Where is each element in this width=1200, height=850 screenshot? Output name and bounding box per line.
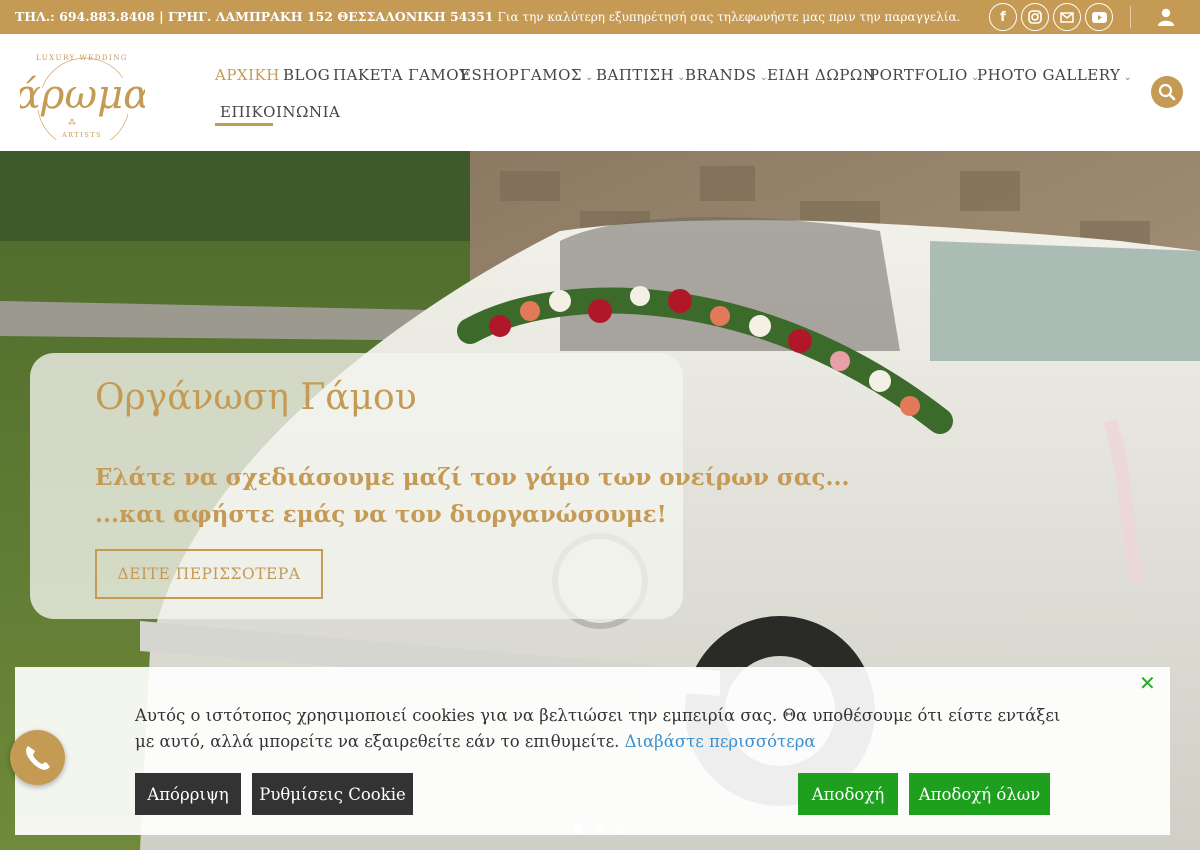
- top-bar: ΤΗΛ.: 694.883.8408 | ΓΡΗΓ. ΛΑΜΠΡΑΚΗ 152 …: [0, 0, 1200, 34]
- slider-dot: [594, 824, 604, 834]
- email-icon[interactable]: [1053, 3, 1081, 31]
- hero-subtitle: Ελάτε να σχεδιάσουμε μαζί τον γάμο των ο…: [95, 459, 850, 533]
- chevron-down-icon: ⌄: [585, 72, 594, 83]
- cookie-text: Αυτός ο ιστότοπος χρησιμοποιεί cookies γ…: [135, 706, 1061, 751]
- search-icon: [1158, 83, 1176, 101]
- nav-wedding[interactable]: ΓΑΜΟΣ ⌄: [520, 66, 594, 84]
- nav-blog[interactable]: BLOG: [283, 66, 330, 84]
- nav-eshop-label: ESHOP: [460, 66, 520, 84]
- cookie-read-more-link[interactable]: Διαβάστε περισσότερα: [625, 732, 816, 751]
- nav-home[interactable]: ΑΡΧΙΚΗ: [215, 66, 280, 84]
- top-bar-divider: [1130, 6, 1131, 28]
- close-icon[interactable]: ✕: [1139, 671, 1156, 695]
- instagram-icon[interactable]: [1021, 3, 1049, 31]
- nav-baptism[interactable]: ΒΑΠΤΙΣΗ ⌄: [596, 66, 686, 84]
- nav-brands[interactable]: BRANDS ⌄: [685, 66, 768, 84]
- nav-contact-label: ΕΠΙΚΟΙΝΩΝΙΑ: [220, 103, 341, 121]
- cookie-reject-button[interactable]: Απόρριψη: [135, 773, 241, 815]
- see-more-button[interactable]: ΔΕΙΤΕ ΠΕΡΙΣΣΟΤΕΡΑ: [95, 549, 323, 599]
- slider-dot: [615, 824, 625, 834]
- user-icon[interactable]: [1156, 8, 1176, 26]
- nav-portfolio[interactable]: PORTFOLIO ⌄: [869, 66, 980, 84]
- nav-baptism-label: ΒΑΠΤΙΣΗ: [596, 66, 675, 84]
- hero-caption-box: Οργάνωση Γάμου Ελάτε να σχεδιάσουμε μαζί…: [30, 353, 850, 619]
- svg-text:ARTISTS: ARTISTS: [61, 131, 102, 139]
- nav-active-underline: [215, 123, 273, 126]
- hero-title: Οργάνωση Γάμου: [95, 377, 417, 418]
- nav-eshop[interactable]: ESHOP: [460, 66, 519, 84]
- cookie-message: Αυτός ο ιστότοπος χρησιμοποιεί cookies γ…: [135, 703, 1075, 755]
- chevron-down-icon: ⌄: [1123, 72, 1133, 83]
- svg-text:άρωμα: άρωμα: [20, 72, 145, 118]
- contact-phone-address: ΤΗΛ.: 694.883.8408 | ΓΡΗΓ. ΛΑΜΠΡΑΚΗ 152 …: [15, 9, 494, 24]
- cookie-accept-all-button[interactable]: Αποδοχή όλων: [909, 773, 1050, 815]
- facebook-icon[interactable]: f: [989, 3, 1017, 31]
- nav-contact[interactable]: ΕΠΙΚΟΙΝΩΝΙΑ: [220, 103, 340, 121]
- hero-subtitle-line-2: ...και αφήστε εμάς να τον διοργανώσουμε!: [95, 501, 667, 528]
- slider-dot: [573, 824, 583, 834]
- nav-gifts[interactable]: ΕΙΔΗ ΔΩΡΩΝ: [767, 66, 876, 84]
- svg-text:⁂: ⁂: [68, 117, 76, 127]
- nav-home-label: ΑΡΧΙΚΗ: [215, 66, 280, 84]
- nav-brands-label: BRANDS: [685, 66, 757, 84]
- cookie-accept-button[interactable]: Αποδοχή: [798, 773, 898, 815]
- slider-dots: [573, 824, 625, 834]
- hero-subtitle-line-1: Ελάτε να σχεδιάσουμε μαζί τον γάμο των ο…: [95, 464, 850, 491]
- search-button[interactable]: [1151, 76, 1183, 108]
- nav-photo-gallery[interactable]: PHOTO GALLERY ⌄: [977, 66, 1132, 84]
- nav-blog-label: BLOG: [283, 66, 331, 84]
- youtube-icon[interactable]: [1085, 3, 1113, 31]
- nav-wedding-label: ΓΑΜΟΣ: [520, 66, 583, 84]
- site-logo[interactable]: LUXURY WEDDING άρωμα ARTISTS ⁂: [20, 48, 145, 140]
- svg-text:LUXURY WEDDING: LUXURY WEDDING: [36, 54, 128, 62]
- contact-note: Για την καλύτερη εξυπηρέτησή σας τηλεφων…: [497, 10, 961, 24]
- phone-icon: [26, 746, 50, 770]
- nav-wedding-packages-label: ΠΑΚΕΤΑ ΓΑΜΟΥ: [333, 66, 470, 84]
- cookie-settings-button[interactable]: Ρυθμίσεις Cookie: [252, 773, 413, 815]
- cookie-banner: ✕ Αυτός ο ιστότοπος χρησιμοποιεί cookies…: [15, 667, 1170, 835]
- nav-portfolio-label: PORTFOLIO: [869, 66, 968, 84]
- call-button[interactable]: [10, 730, 65, 785]
- contact-info: ΤΗΛ.: 694.883.8408 | ΓΡΗΓ. ΛΑΜΠΡΑΚΗ 152 …: [15, 9, 960, 24]
- nav-photo-gallery-label: PHOTO GALLERY: [977, 66, 1121, 84]
- nav-wedding-packages[interactable]: ΠΑΚΕΤΑ ΓΑΜΟΥ: [333, 66, 469, 84]
- site-header: LUXURY WEDDING άρωμα ARTISTS ⁂ ΑΡΧΙΚΗ BL…: [0, 34, 1200, 151]
- nav-gifts-label: ΕΙΔΗ ΔΩΡΩΝ: [767, 66, 877, 84]
